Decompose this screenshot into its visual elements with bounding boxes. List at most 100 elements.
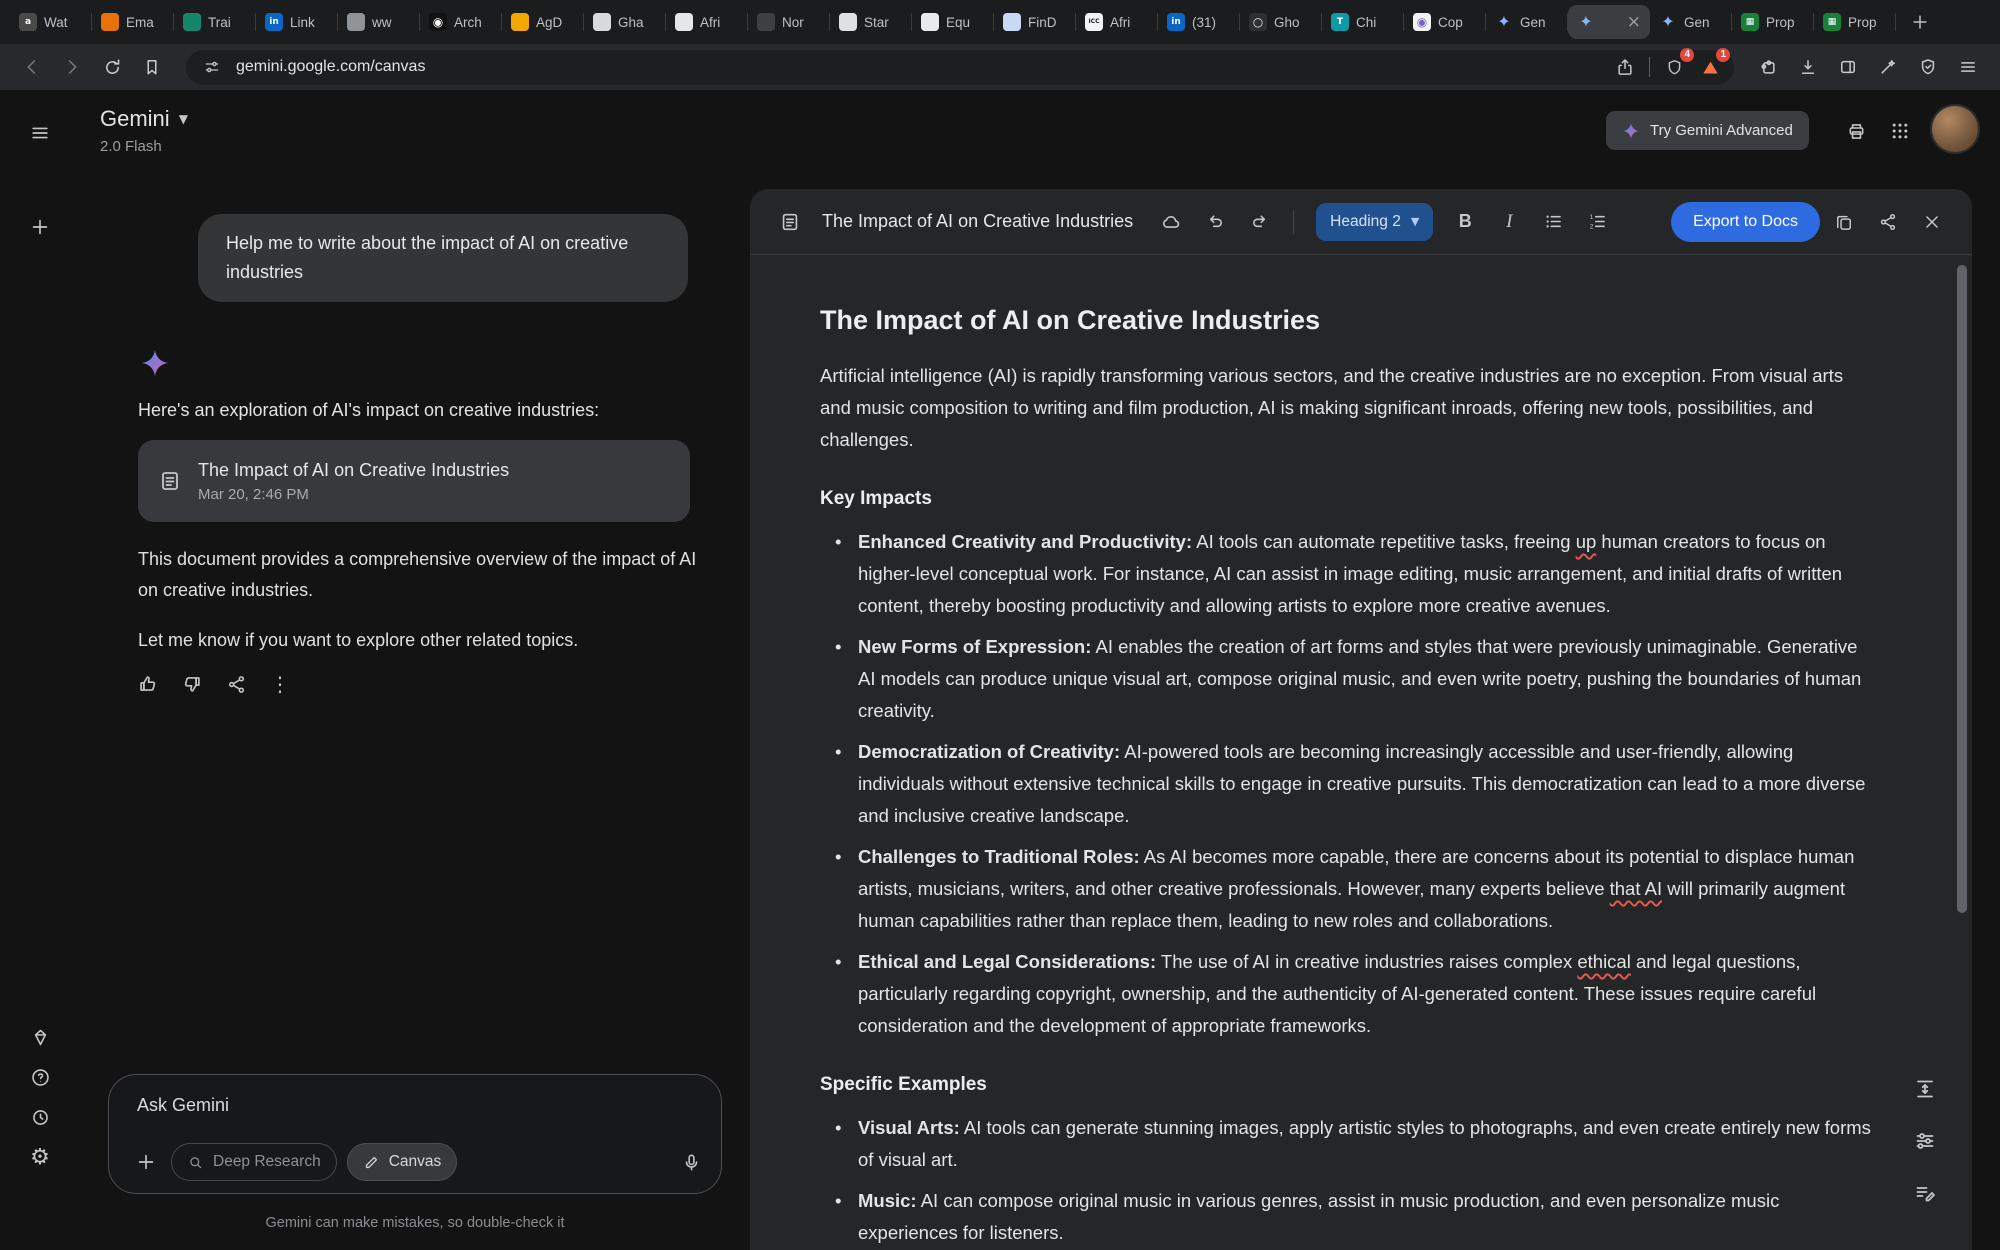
browser-tab[interactable]: inLink bbox=[256, 5, 338, 39]
copy-button[interactable] bbox=[1824, 202, 1864, 242]
document-card[interactable]: The Impact of AI on Creative Industries … bbox=[138, 440, 690, 522]
browser-tab[interactable]: ○Gho bbox=[1240, 5, 1322, 39]
back-button[interactable] bbox=[16, 51, 48, 83]
undo-button[interactable] bbox=[1195, 202, 1235, 242]
download-icon bbox=[1798, 57, 1818, 77]
app-title-menu[interactable]: Gemini ▼ bbox=[100, 106, 188, 132]
browser-tab[interactable]: Trai bbox=[174, 5, 256, 39]
browser-tab[interactable]: Afri bbox=[666, 5, 748, 39]
export-to-docs-button[interactable]: Export to Docs bbox=[1671, 202, 1820, 242]
account-avatar[interactable] bbox=[1932, 106, 1978, 152]
thumbs-up-button[interactable] bbox=[134, 670, 162, 698]
bulleted-list-button[interactable] bbox=[1533, 202, 1573, 242]
browser-tab[interactable]: FinD bbox=[994, 5, 1076, 39]
more-options-button[interactable]: ⋮ bbox=[266, 670, 294, 698]
save-status-button[interactable] bbox=[1151, 202, 1191, 242]
privacy-shield-button[interactable] bbox=[1912, 51, 1944, 83]
gems-button[interactable] bbox=[25, 1022, 55, 1052]
tab-favicon bbox=[101, 13, 119, 31]
help-button[interactable] bbox=[25, 1062, 55, 1092]
main-menu-button[interactable] bbox=[25, 118, 55, 148]
new-tab-button[interactable] bbox=[1904, 6, 1936, 38]
alert-badge: 1 bbox=[1716, 48, 1730, 62]
doc-bullet: Music: AI can compose original music in … bbox=[820, 1185, 1872, 1249]
browser-tab-active[interactable]: ✦× bbox=[1568, 5, 1650, 39]
browser-tab[interactable]: TChi bbox=[1322, 5, 1404, 39]
browser-tab[interactable]: ▦Prop bbox=[1732, 5, 1814, 39]
doc-bullet-list: Visual Arts: AI tools can generate stunn… bbox=[820, 1112, 1872, 1250]
browser-tab[interactable]: ✦Gen bbox=[1486, 5, 1568, 39]
attach-button[interactable] bbox=[131, 1147, 161, 1177]
fit-height-button[interactable] bbox=[1910, 1074, 1940, 1104]
tab-favicon: ▦ bbox=[1823, 13, 1841, 31]
google-apps-button[interactable] bbox=[1885, 116, 1915, 146]
browser-tab[interactable]: Equ bbox=[912, 5, 994, 39]
deep-research-chip[interactable]: Deep Research bbox=[171, 1143, 337, 1181]
url-bar[interactable]: gemini.google.com/canvas 4 1 bbox=[186, 50, 1734, 85]
canvas-chip[interactable]: Canvas bbox=[347, 1143, 458, 1181]
try-advanced-label: Try Gemini Advanced bbox=[1650, 122, 1793, 139]
shield-extension-button[interactable]: 4 bbox=[1662, 55, 1686, 79]
tab-favicon: ICC bbox=[1085, 13, 1103, 31]
browser-tab[interactable]: ▦Prop bbox=[1814, 5, 1896, 39]
browser-tab[interactable]: in(31) bbox=[1158, 5, 1240, 39]
edit-note-button[interactable] bbox=[1910, 1178, 1940, 1208]
gemini-favicon: ✦ bbox=[1577, 13, 1595, 31]
numbered-list-button[interactable]: 12 bbox=[1577, 202, 1617, 242]
microphone-button[interactable] bbox=[677, 1148, 705, 1176]
browser-tab[interactable]: ICC Afri bbox=[1076, 5, 1158, 39]
browser-tab[interactable]: ✦Gen bbox=[1650, 5, 1732, 39]
browser-tab[interactable]: ◉Arch bbox=[420, 5, 502, 39]
site-controls-icon[interactable] bbox=[200, 55, 224, 79]
redo-button[interactable] bbox=[1239, 202, 1279, 242]
print-button[interactable] bbox=[1841, 116, 1871, 146]
canvas-scrollbar[interactable] bbox=[1957, 265, 1967, 913]
bookmark-button[interactable] bbox=[136, 51, 168, 83]
browser-tab[interactable]: Ema bbox=[92, 5, 174, 39]
side-panel-button[interactable] bbox=[1832, 51, 1864, 83]
share-page-button[interactable] bbox=[1613, 55, 1637, 79]
reload-button[interactable] bbox=[96, 51, 128, 83]
italic-button[interactable]: I bbox=[1489, 202, 1529, 242]
new-chat-button[interactable] bbox=[25, 212, 55, 242]
cloud-saved-icon bbox=[1160, 211, 1182, 233]
browser-tab[interactable]: Nor bbox=[748, 5, 830, 39]
close-canvas-button[interactable] bbox=[1912, 202, 1952, 242]
browser-tab[interactable]: ww bbox=[338, 5, 420, 39]
bold-button[interactable]: B bbox=[1445, 202, 1485, 242]
share-canvas-button[interactable] bbox=[1868, 202, 1908, 242]
disclaimer-text: Gemini can make mistakes, so double-chec… bbox=[108, 1215, 722, 1231]
share-response-button[interactable] bbox=[222, 670, 250, 698]
history-button[interactable] bbox=[25, 1102, 55, 1132]
alert-extension-button[interactable]: 1 bbox=[1698, 55, 1722, 79]
doc-intro: Artificial intelligence (AI) is rapidly … bbox=[820, 360, 1872, 456]
tune-button[interactable] bbox=[1910, 1126, 1940, 1156]
undo-icon bbox=[1205, 211, 1226, 232]
browser-tab[interactable]: ◉Cop bbox=[1404, 5, 1486, 39]
browser-tab[interactable]: Star bbox=[830, 5, 912, 39]
browser-menu-button[interactable] bbox=[1952, 51, 1984, 83]
try-gemini-advanced-button[interactable]: Try Gemini Advanced bbox=[1606, 111, 1809, 150]
tab-label: Gha bbox=[618, 15, 657, 30]
shield-badge: 4 bbox=[1680, 48, 1694, 62]
settings-button[interactable]: ⚙ bbox=[25, 1142, 55, 1172]
response-summary-1: This document provides a comprehensive o… bbox=[138, 544, 706, 606]
downloads-button[interactable] bbox=[1792, 51, 1824, 83]
browser-tab[interactable]: AgD bbox=[502, 5, 584, 39]
url-text[interactable]: gemini.google.com/canvas bbox=[236, 58, 1601, 76]
forward-button[interactable] bbox=[56, 51, 88, 83]
paragraph-style-dropdown[interactable]: Heading 2 ▼ bbox=[1316, 203, 1433, 241]
tab-label: Ema bbox=[126, 15, 165, 30]
thumbs-down-button[interactable] bbox=[178, 670, 206, 698]
canvas-panel: The Impact of AI on Creative Industries … bbox=[750, 189, 1972, 1250]
extensions-button[interactable] bbox=[1752, 51, 1784, 83]
browser-tab[interactable]: aWat bbox=[10, 5, 92, 39]
ai-tools-button[interactable] bbox=[1872, 51, 1904, 83]
document-editor[interactable]: The Impact of AI on Creative Industries … bbox=[750, 256, 1972, 1250]
browser-tab[interactable]: Gha bbox=[584, 5, 666, 39]
tab-favicon: ◉ bbox=[1413, 13, 1431, 31]
tab-label: Afri bbox=[1110, 15, 1149, 30]
ask-gemini-input[interactable]: Ask Gemini Deep Research Canvas bbox=[108, 1074, 722, 1194]
tab-favicon: ○ bbox=[1249, 13, 1267, 31]
tab-close-icon[interactable]: × bbox=[1627, 14, 1641, 31]
